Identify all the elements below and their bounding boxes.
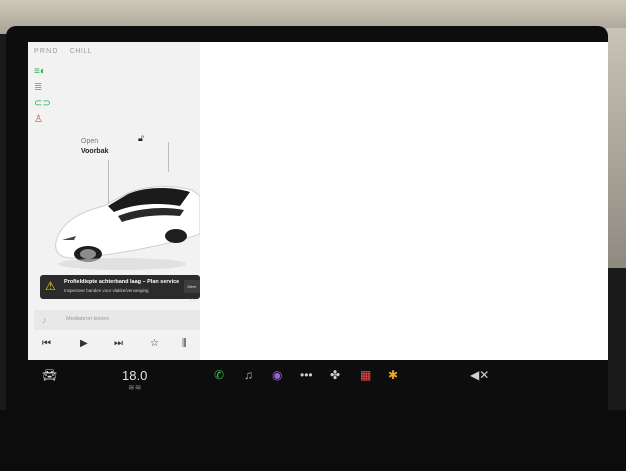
apps-icon[interactable]: ✱: [388, 368, 398, 382]
alert-subtitle: Inspecteer banden voor vlakke/vervanging: [64, 288, 149, 293]
play-icon[interactable]: ▶: [80, 338, 88, 349]
alert-more-button[interactable]: Meer info: [184, 280, 200, 302]
drive-mode: CHILL: [69, 48, 93, 55]
calendar-icon[interactable]: ▦: [360, 368, 371, 382]
music-note-icon: ♪: [42, 315, 47, 325]
next-track-icon[interactable]: ⏭︎: [114, 338, 123, 349]
parking-light-icon: ⊂⊃: [34, 98, 51, 109]
gear-prnd: PRND: [34, 48, 59, 55]
taskbar: 🚘︎ 18.0 ≋≋ ✆ ♫ ◉ ••• ✤ ▦ ✱ ◀✕: [28, 362, 608, 392]
seatbelt-icon: ♙: [34, 114, 43, 125]
volume-mute-icon[interactable]: ◀✕: [470, 368, 489, 382]
previous-track-icon[interactable]: ⏮︎: [42, 338, 51, 349]
music-icon[interactable]: ♫: [244, 368, 253, 382]
warning-icon: ⚠: [45, 279, 56, 293]
gear-indicator: PRND CHILL: [34, 48, 92, 55]
more-icon[interactable]: •••: [300, 368, 313, 382]
media-source-label: Mediabron kiezen: [66, 316, 110, 322]
seat-heater-icon[interactable]: ≋≋: [128, 383, 141, 392]
car-icon[interactable]: 🚘︎: [42, 368, 57, 382]
fan-icon[interactable]: ✤: [330, 368, 340, 382]
fog-light-icon: ≣: [34, 82, 43, 93]
headlight-icon: ≡◐: [34, 66, 46, 77]
phone-icon[interactable]: ✆: [214, 368, 224, 382]
background-wall: [606, 28, 626, 268]
media-source-selector[interactable]: ♪ Mediabron kiezen: [34, 310, 200, 330]
vehicle-render: [55, 186, 200, 270]
service-alert[interactable]: ⚠ Profieldiepte achterband laag – Plan s…: [40, 275, 200, 302]
favorite-star-icon[interactable]: ☆: [150, 338, 159, 349]
redacted-map-area: [200, 42, 608, 360]
dashboard-surface: [0, 410, 626, 471]
status-icons: ≡◐ ≣ ⊂⊃ ♙: [34, 64, 51, 128]
alert-title: Profieldiepte achterband laag – Plan ser…: [64, 279, 180, 285]
cabin-temperature[interactable]: 18.0: [122, 368, 147, 383]
touchscreen: PRND CHILL ≡◐ ≣ ⊂⊃ ♙ Open Voorbak 🔓︎ ⚠ P…: [28, 42, 608, 360]
equalizer-icon[interactable]: ⫼: [182, 338, 187, 349]
media-controls: ⏮︎ ▶ ⏭︎ ☆ ⫼: [34, 334, 200, 356]
camera-icon[interactable]: ◉: [272, 368, 282, 382]
